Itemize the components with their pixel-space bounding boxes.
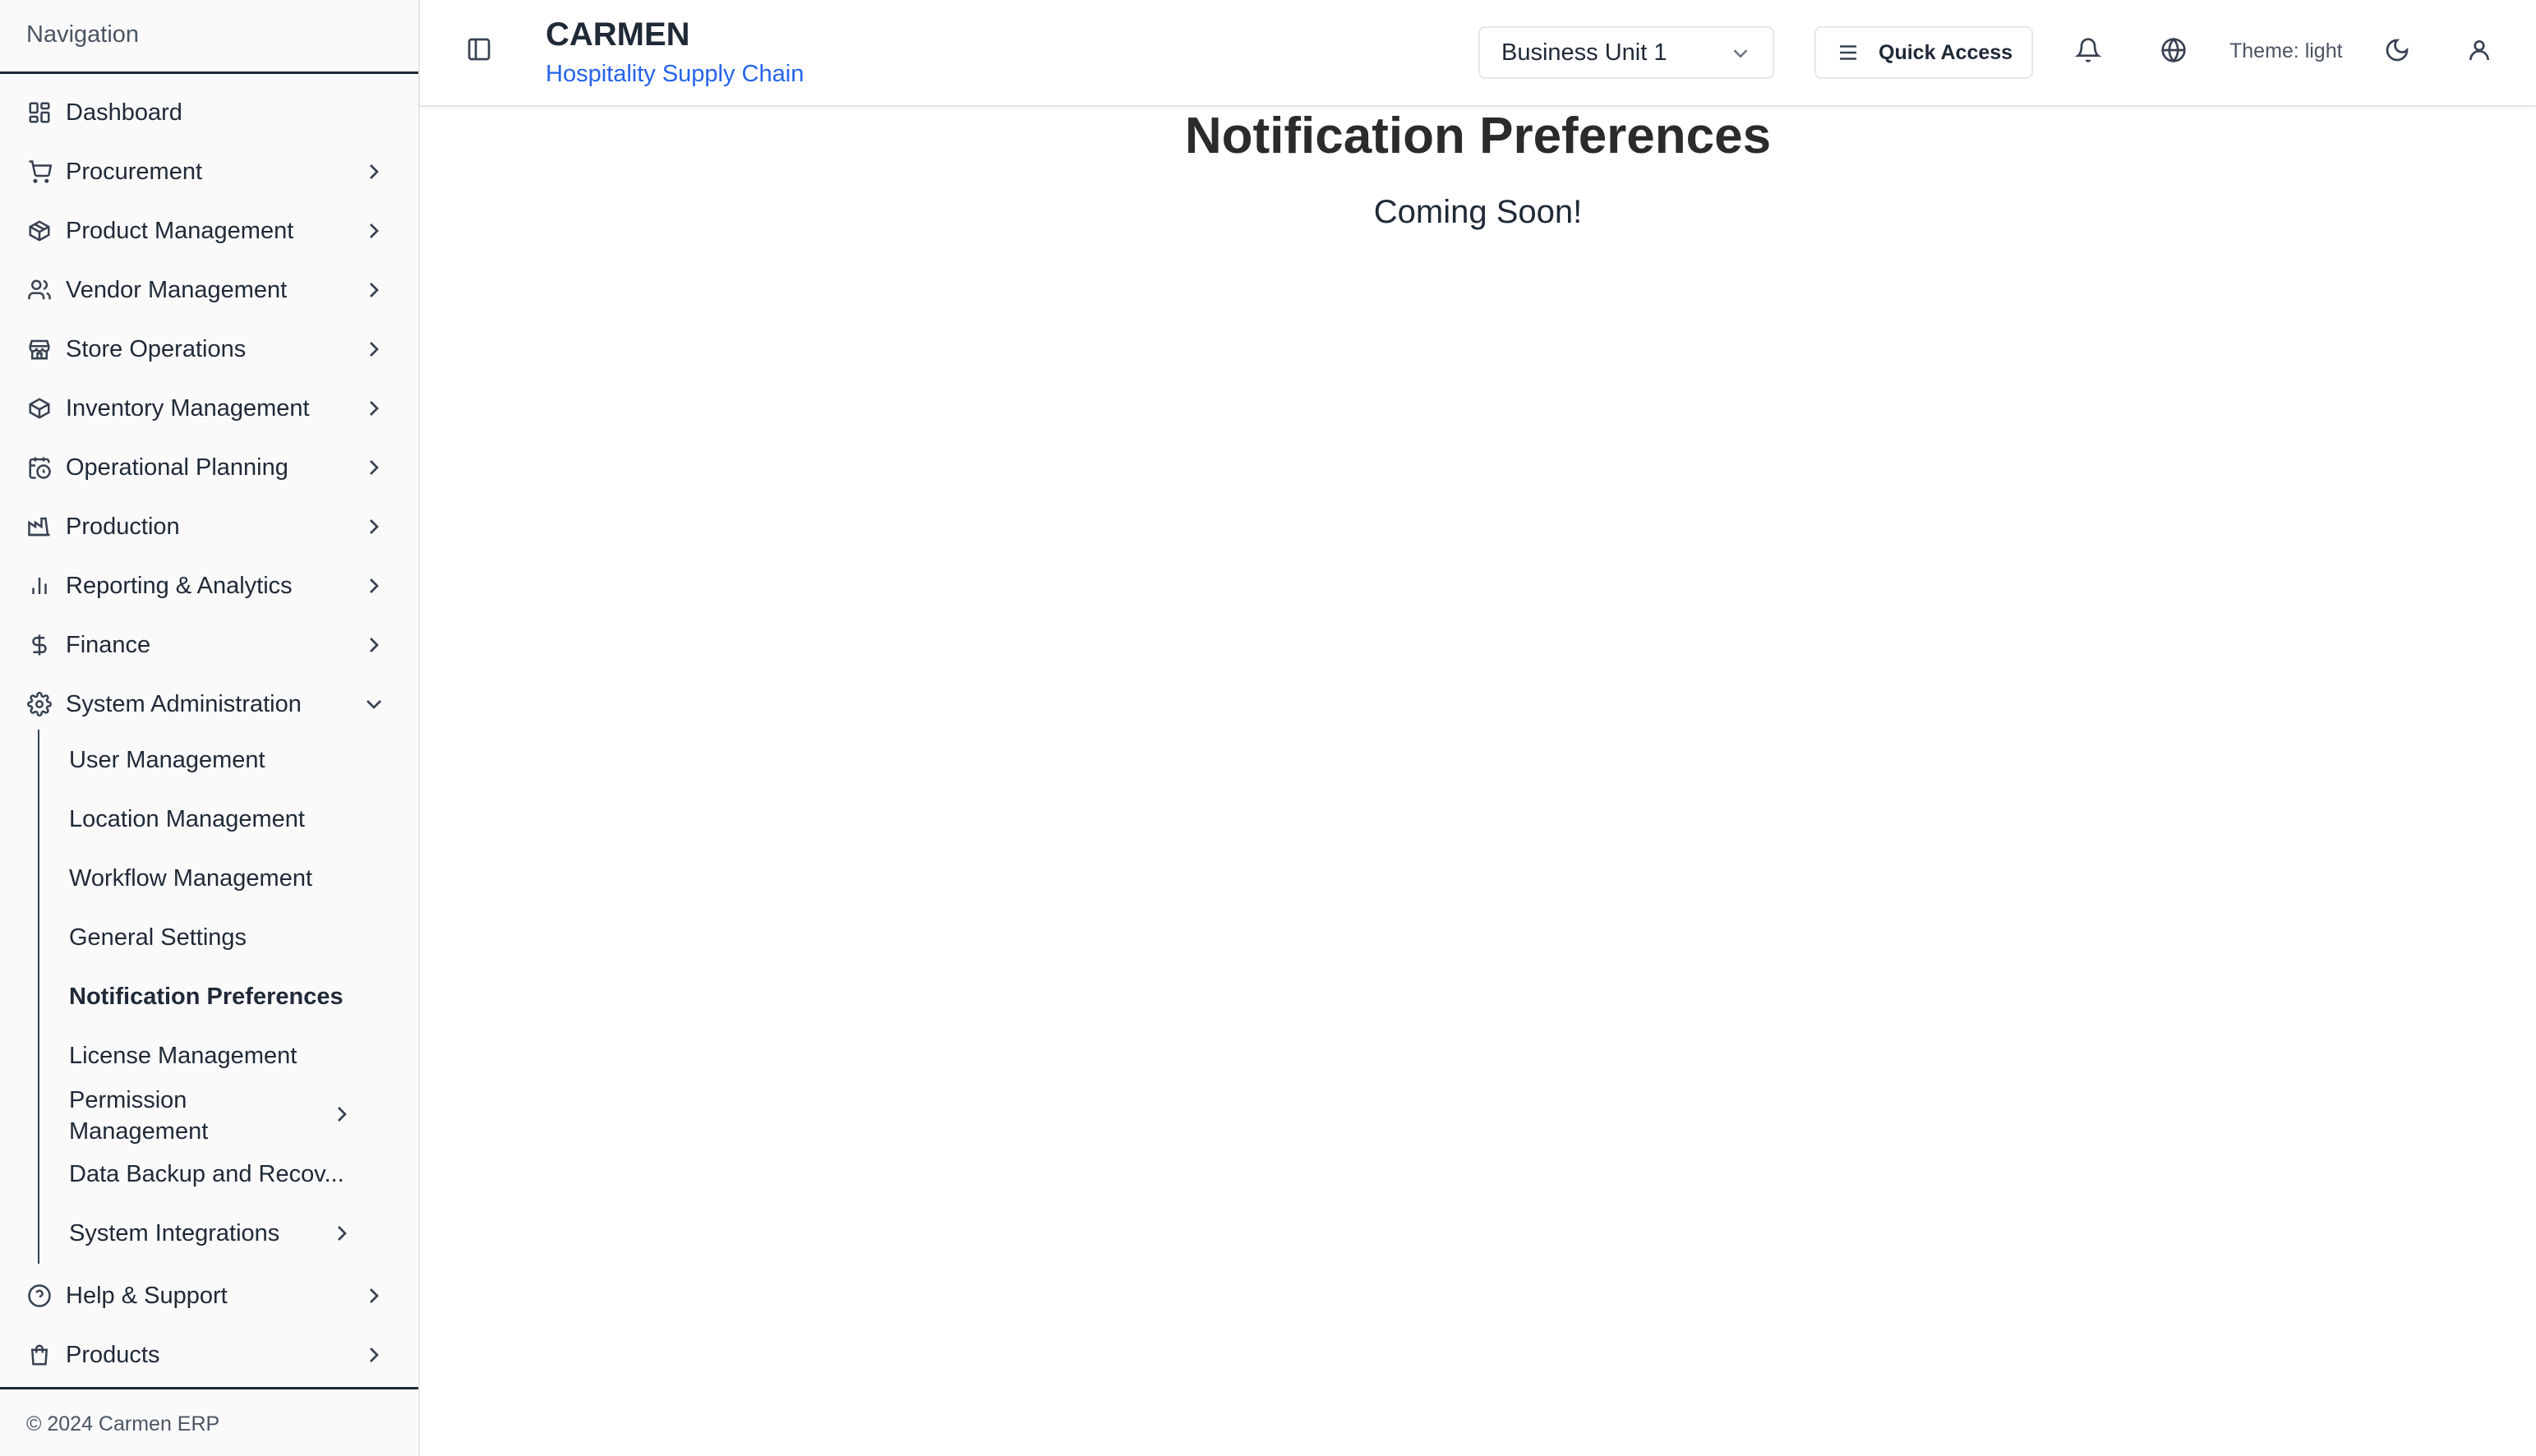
nav-item-vendor-management[interactable]: Vendor Management: [0, 264, 418, 316]
nav-label: Help & Support: [66, 1282, 228, 1309]
theme-label: Theme: light: [2229, 39, 2343, 62]
top-bar: CARMEN Hospitality Supply Chain Business…: [420, 0, 2536, 107]
nav-item-store-operations[interactable]: Store Operations: [0, 323, 418, 376]
sub-item-notification-preferences[interactable]: Notification Preferences: [69, 970, 365, 1023]
gear-icon: [26, 691, 53, 717]
nav-label: Products: [66, 1341, 160, 1368]
page-title: Notification Preferences: [1184, 108, 1772, 164]
box-icon: [26, 395, 53, 422]
quick-access-label: Quick Access: [1879, 40, 2013, 64]
chevron-right-icon[interactable]: [361, 395, 387, 422]
user-icon[interactable]: [2466, 37, 2496, 67]
nav-label: Store Operations: [66, 335, 247, 362]
nav-label: Vendor Management: [66, 276, 288, 303]
nav-item-finance[interactable]: Finance: [0, 619, 418, 671]
nav-item-products[interactable]: Products: [0, 1329, 418, 1381]
dollar-icon: [26, 632, 53, 658]
nav-label: Product Management: [66, 217, 294, 244]
chevron-right-icon[interactable]: [361, 218, 387, 244]
users-icon: [26, 277, 53, 303]
nav-label: Finance: [66, 631, 151, 658]
sub-item-license-management[interactable]: License Management: [69, 1030, 365, 1082]
business-unit-select[interactable]: Business Unit 1: [1478, 26, 1774, 79]
cart-icon: [26, 159, 53, 185]
nav-item-system-administration[interactable]: System Administration: [0, 678, 418, 730]
sidebar-toggle-icon[interactable]: [466, 36, 492, 66]
calendar-clock-icon: [26, 454, 53, 481]
chevron-right-icon[interactable]: [329, 1101, 355, 1127]
chevron-right-icon[interactable]: [361, 277, 387, 303]
chevron-right-icon[interactable]: [361, 336, 387, 362]
nav-label: Dashboard: [66, 99, 182, 126]
app-subtitle: Hospitality Supply Chain: [546, 61, 805, 87]
bell-icon[interactable]: [2074, 37, 2105, 67]
bar-chart-icon: [26, 573, 53, 599]
chevron-right-icon[interactable]: [361, 514, 387, 540]
dashboard-icon: [26, 99, 53, 126]
chevron-right-icon[interactable]: [329, 1220, 355, 1246]
main-content: Notification Preferences Coming Soon!: [420, 107, 2536, 1456]
sub-item-user-management[interactable]: User Management: [69, 734, 365, 786]
chevron-right-icon[interactable]: [361, 1342, 387, 1368]
nav-label: Inventory Management: [66, 394, 310, 422]
sidebar: Navigation Dashboard Procurement Product…: [0, 0, 420, 1456]
chevron-right-icon[interactable]: [361, 454, 387, 481]
sub-item-general-settings[interactable]: General Settings: [69, 911, 365, 964]
sidebar-footer: © 2024 Carmen ERP: [0, 1387, 418, 1456]
chevron-down-icon: [1728, 41, 1753, 66]
nav-label: Operational Planning: [66, 454, 288, 481]
chevron-right-icon[interactable]: [361, 632, 387, 658]
globe-icon[interactable]: [2160, 37, 2190, 67]
nav-item-dashboard[interactable]: Dashboard: [0, 86, 418, 139]
chevron-right-icon[interactable]: [361, 1283, 387, 1309]
sub-item-data-backup[interactable]: Data Backup and Recov...: [69, 1148, 365, 1200]
page-subtitle: Coming Soon!: [1373, 194, 1583, 230]
shopping-bag-icon: [26, 1342, 53, 1368]
nav-item-inventory-management[interactable]: Inventory Management: [0, 382, 418, 435]
nav-label: Production: [66, 513, 180, 540]
nav-item-help-support[interactable]: Help & Support: [0, 1269, 418, 1322]
nav-label: Reporting & Analytics: [66, 572, 293, 599]
nav-item-procurement[interactable]: Procurement: [0, 145, 418, 198]
moon-icon[interactable]: [2384, 37, 2414, 67]
chevron-down-icon[interactable]: [361, 691, 387, 717]
nav-label: Procurement: [66, 158, 203, 185]
app-title: CARMEN: [546, 16, 690, 53]
chevron-right-icon[interactable]: [361, 573, 387, 599]
nav-item-operational-planning[interactable]: Operational Planning: [0, 441, 418, 494]
store-icon: [26, 336, 53, 362]
sidebar-header: Navigation: [0, 0, 418, 74]
nav-item-reporting-analytics[interactable]: Reporting & Analytics: [0, 560, 418, 612]
sub-item-workflow-management[interactable]: Workflow Management: [69, 852, 365, 905]
factory-icon: [26, 514, 53, 540]
business-unit-value: Business Unit 1: [1501, 39, 1667, 66]
submenu-guide-line: [38, 730, 39, 1264]
sub-item-system-integrations[interactable]: System Integrations: [69, 1207, 365, 1260]
menu-icon: [1840, 45, 1856, 60]
chevron-right-icon[interactable]: [361, 159, 387, 185]
help-circle-icon: [26, 1283, 53, 1309]
nav-label: System Administration: [66, 690, 302, 717]
sub-item-permission-management[interactable]: Permission Management: [69, 1083, 258, 1149]
nav-item-product-management[interactable]: Product Management: [0, 205, 418, 257]
nav-item-production[interactable]: Production: [0, 500, 418, 553]
sub-item-location-management[interactable]: Location Management: [69, 793, 365, 845]
package-icon: [26, 218, 53, 244]
quick-access-button[interactable]: Quick Access: [1814, 26, 2033, 79]
